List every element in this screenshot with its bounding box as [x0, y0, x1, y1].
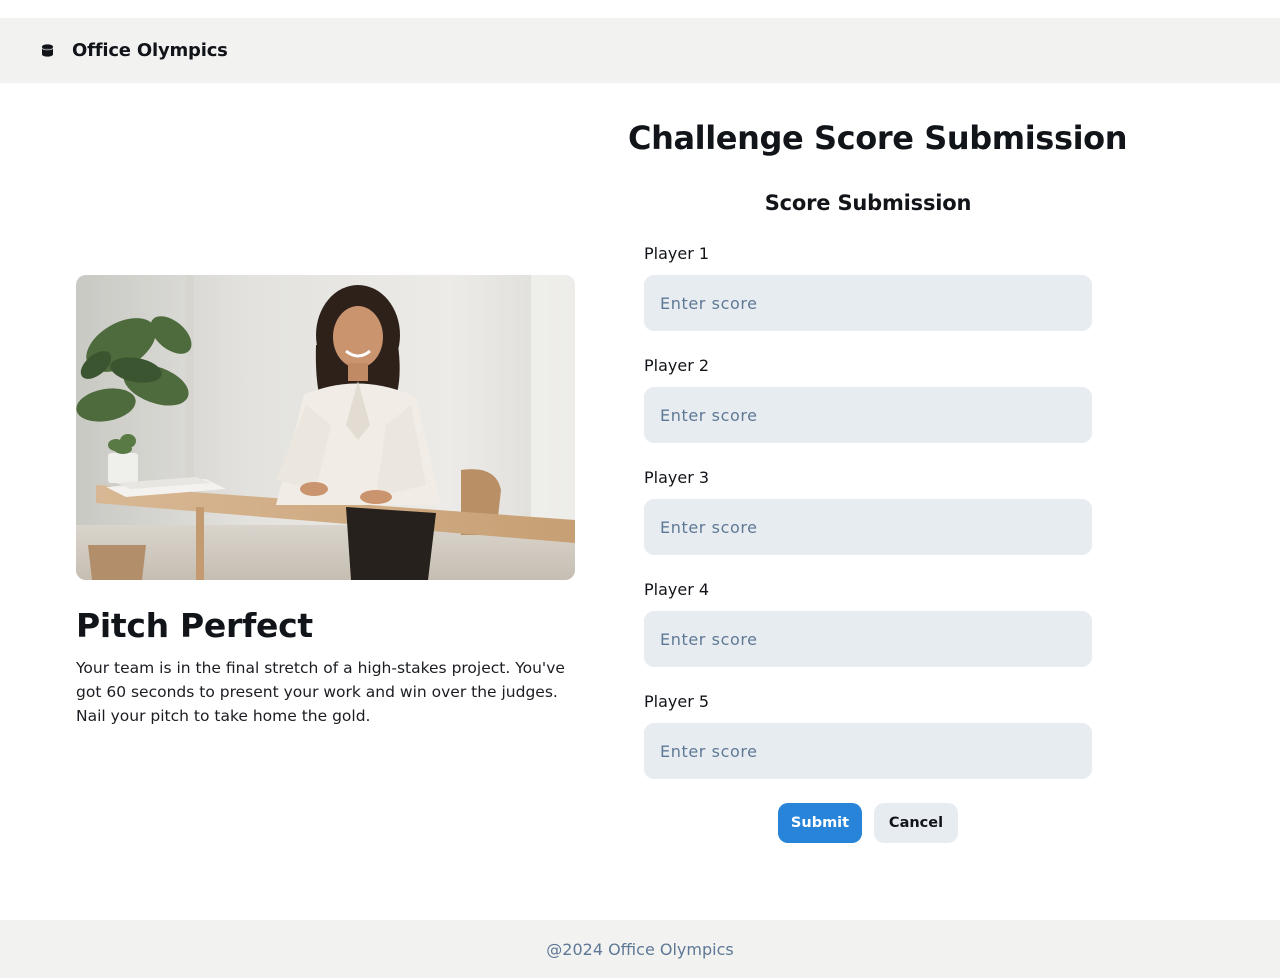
player-1-field: Player 1 [644, 243, 1092, 331]
player-4-label: Player 4 [644, 580, 710, 599]
database-icon [41, 44, 54, 57]
player-2-field: Player 2 [644, 355, 1092, 443]
player-5-score-input[interactable] [644, 723, 1092, 779]
cancel-button[interactable]: Cancel [874, 803, 958, 843]
player-2-label: Player 2 [644, 356, 710, 375]
form-actions: Submit Cancel [778, 803, 958, 843]
player-3-score-input[interactable] [644, 499, 1092, 555]
player-2-score-input[interactable] [644, 387, 1092, 443]
navbar: Office Olympics [0, 18, 1280, 83]
player-5-field: Player 5 [644, 691, 1092, 779]
player-3-field: Player 3 [644, 467, 1092, 555]
page-title: Challenge Score Submission [628, 119, 1128, 157]
player-4-score-input[interactable] [644, 611, 1092, 667]
player-1-label: Player 1 [644, 244, 710, 263]
main-content: Pitch Perfect Your team is in the final … [0, 83, 1280, 920]
player-1-score-input[interactable] [644, 275, 1092, 331]
submit-button[interactable]: Submit [778, 803, 862, 843]
player-4-field: Player 4 [644, 579, 1092, 667]
top-gap [0, 0, 1280, 18]
footer: @2024 Office Olympics [0, 920, 1280, 978]
player-3-label: Player 3 [644, 468, 710, 487]
player-5-label: Player 5 [644, 692, 710, 711]
footer-copyright: @2024 Office Olympics [546, 939, 734, 959]
challenge-description: Your team is in the final stretch of a h… [76, 659, 565, 725]
challenge-title: Pitch Perfect [76, 606, 313, 645]
form-section-title: Score Submission [764, 191, 972, 215]
brand-name[interactable]: Office Olympics [72, 40, 228, 61]
challenge-image [76, 275, 575, 580]
